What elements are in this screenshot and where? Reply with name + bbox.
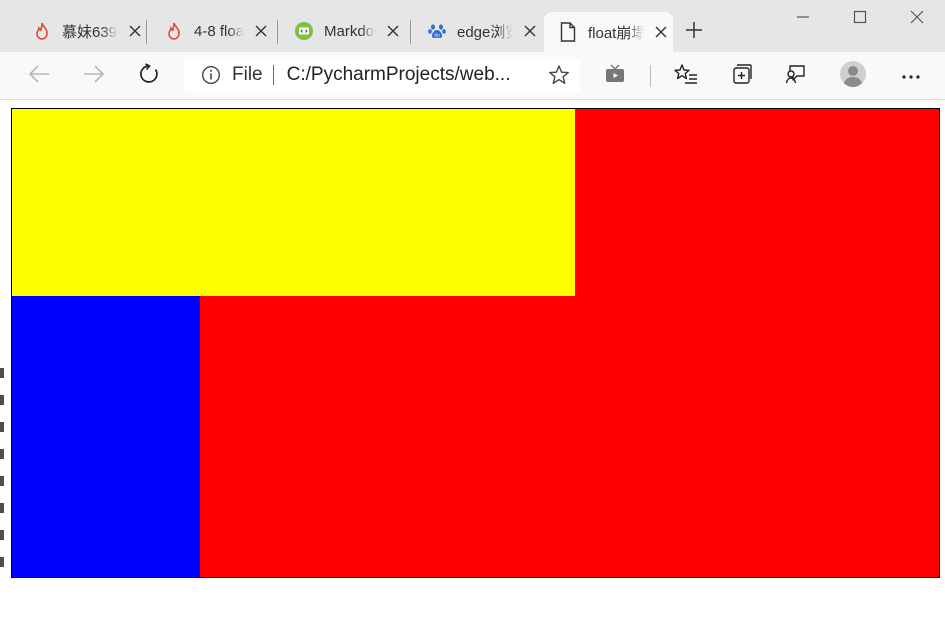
- more-menu-button[interactable]: [894, 59, 928, 93]
- tab-1[interactable]: 慕妹639: [18, 12, 144, 50]
- tab-3[interactable]: Markdown: [280, 12, 406, 50]
- fire-icon: [164, 21, 184, 41]
- collections-button[interactable]: [725, 59, 759, 93]
- minimize-icon: [796, 10, 810, 29]
- maximize-icon: [853, 10, 867, 29]
- svg-text:du: du: [434, 33, 440, 39]
- profile-button[interactable]: [836, 59, 870, 93]
- favorites-list-icon: [674, 63, 698, 90]
- close-window-button[interactable]: [897, 6, 937, 32]
- floated-side-box: [12, 296, 200, 577]
- browser-window: 慕妹639 4-8 float Markdown: [0, 0, 945, 637]
- arrow-right-icon: [83, 64, 105, 89]
- tab-2[interactable]: 4-8 float: [150, 12, 276, 50]
- back-button[interactable]: [22, 59, 56, 93]
- paw-icon: du: [427, 21, 447, 41]
- minimize-button[interactable]: [783, 6, 823, 32]
- favorites-button[interactable]: [669, 59, 703, 93]
- close-icon[interactable]: [252, 22, 270, 40]
- tab-5-active[interactable]: float崩塌: [544, 12, 673, 52]
- tab-strip: 慕妹639 4-8 float Markdown: [0, 0, 945, 52]
- arrow-left-icon: [28, 64, 50, 89]
- close-icon[interactable]: [521, 22, 539, 40]
- fire-icon: [32, 21, 52, 41]
- feedback-button[interactable]: [779, 59, 813, 93]
- more-icon: [901, 67, 921, 85]
- tab-label: 慕妹639: [62, 23, 118, 41]
- close-icon[interactable]: [126, 22, 144, 40]
- floated-top-box: [12, 109, 575, 296]
- close-icon[interactable]: [384, 22, 402, 40]
- tab-separator: [146, 20, 147, 44]
- feedback-icon: [785, 63, 807, 90]
- tab-separator: [410, 20, 411, 44]
- background-window-edge: [0, 368, 8, 637]
- url-scheme-label: File: [232, 64, 263, 85]
- page-viewport: [0, 100, 945, 637]
- tv-icon: [604, 63, 626, 89]
- collections-icon: [731, 63, 753, 90]
- toolbar-divider: [650, 65, 651, 87]
- close-icon: [910, 10, 924, 29]
- refresh-button[interactable]: [132, 59, 166, 93]
- maximize-button[interactable]: [840, 6, 880, 32]
- markdown-icon: [294, 21, 314, 41]
- plus-icon: [685, 21, 703, 44]
- refresh-icon: [138, 62, 160, 90]
- forward-button[interactable]: [77, 59, 111, 93]
- tab-label: Markdown: [324, 22, 376, 40]
- close-icon[interactable]: [652, 23, 670, 41]
- url-text[interactable]: C:/PycharmProjects/web...: [287, 64, 523, 86]
- address-bar[interactable]: File C:/PycharmProjects/web...: [184, 57, 580, 93]
- tab-label: float崩塌: [588, 24, 644, 42]
- page-icon: [558, 22, 578, 42]
- media-button[interactable]: [598, 59, 632, 93]
- star-icon[interactable]: [548, 64, 570, 86]
- navigation-toolbar: File C:/PycharmProjects/web...: [0, 52, 945, 100]
- tab-label: edge浏览器: [457, 23, 513, 41]
- tab-label: 4-8 float: [194, 22, 244, 40]
- avatar: [839, 60, 867, 93]
- address-divider: [272, 65, 274, 85]
- new-tab-button[interactable]: [680, 18, 708, 46]
- tab-separator: [277, 20, 278, 44]
- tab-4[interactable]: du edge浏览器: [413, 12, 539, 50]
- info-icon[interactable]: [200, 64, 222, 86]
